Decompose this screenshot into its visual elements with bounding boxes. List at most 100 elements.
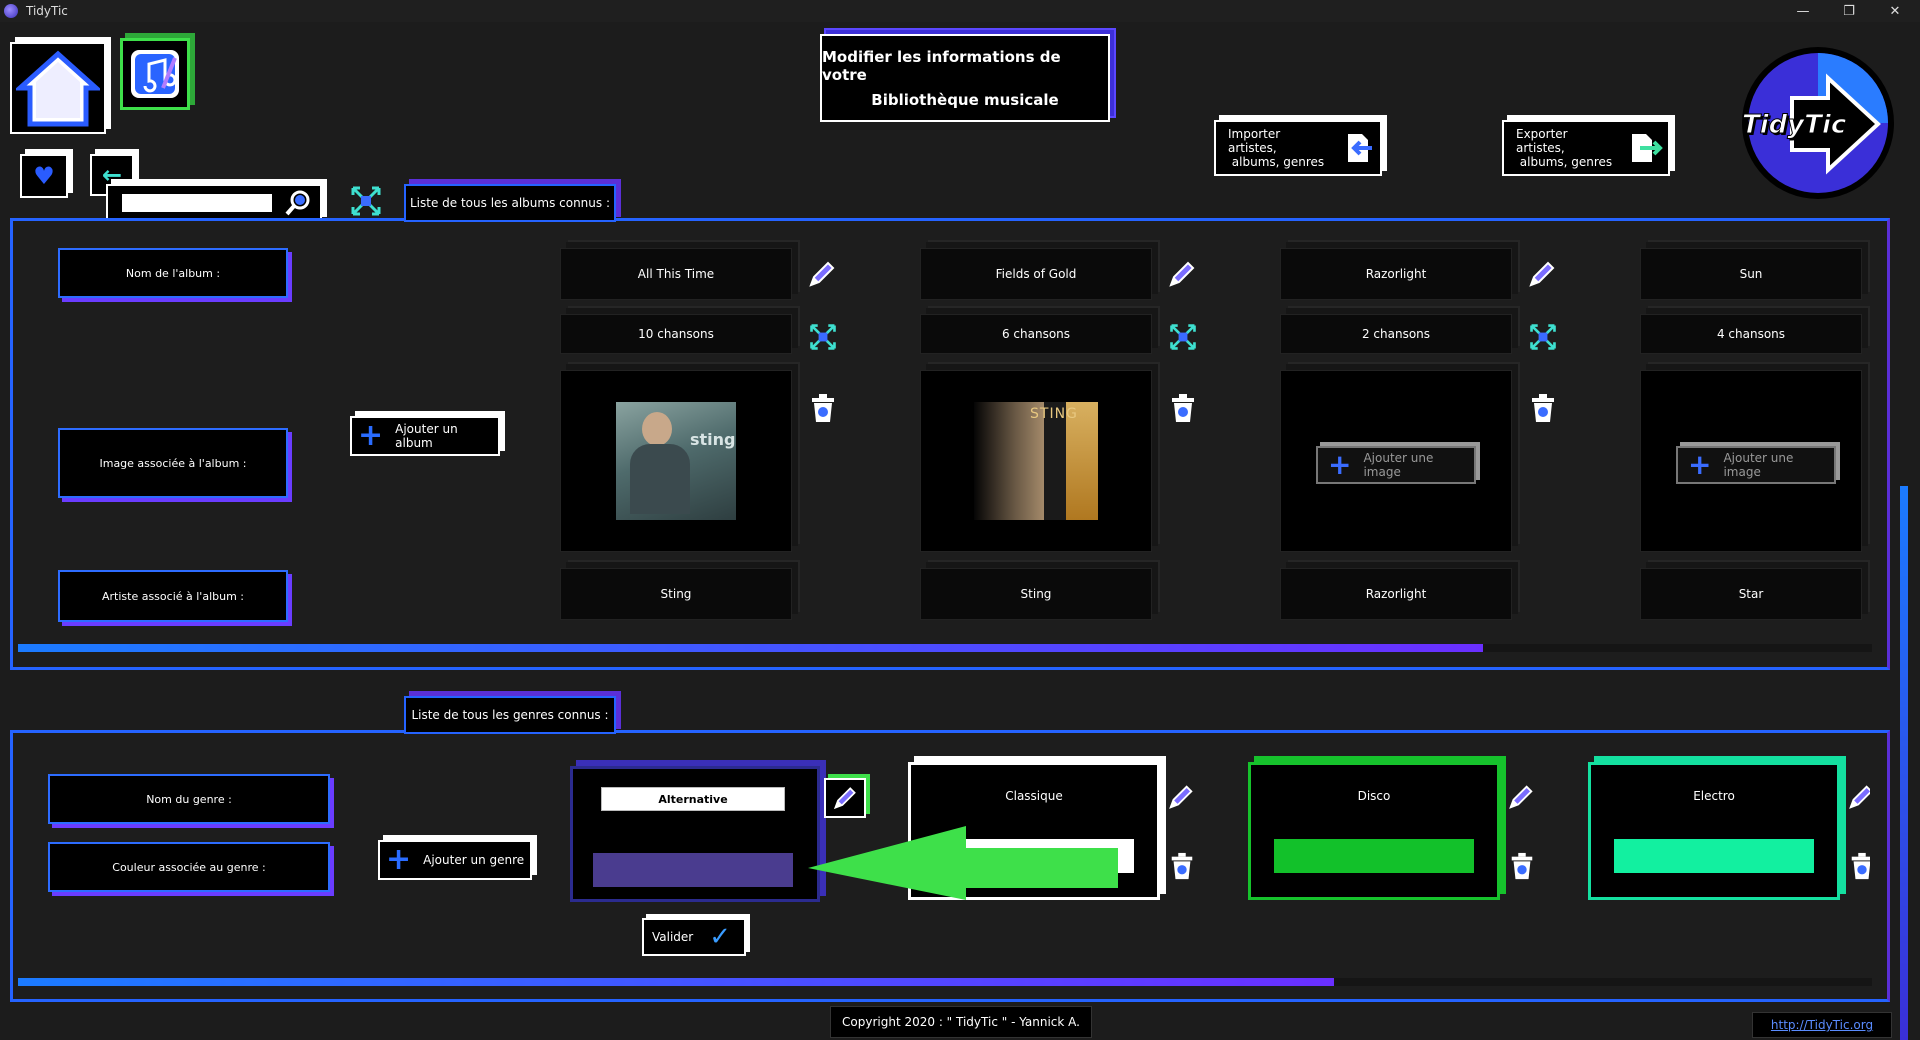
expand-icon bbox=[351, 186, 381, 216]
export-icon bbox=[1632, 134, 1663, 162]
expand-album-button[interactable] bbox=[1528, 322, 1558, 356]
delete-album-button[interactable] bbox=[808, 392, 838, 428]
app-icon bbox=[4, 4, 18, 18]
trash-icon bbox=[1171, 852, 1193, 880]
expand-icon bbox=[810, 324, 836, 350]
album-artist[interactable]: Star bbox=[1640, 568, 1862, 620]
genre-card-editing bbox=[570, 766, 820, 902]
page-title-line-2: Bibliothèque musicale bbox=[871, 90, 1059, 109]
albums-tab: Liste de tous les albums connus : bbox=[404, 184, 616, 222]
delete-album-button[interactable] bbox=[1168, 392, 1198, 428]
album-cover-cell[interactable]: sting bbox=[560, 370, 792, 552]
edit-album-button[interactable] bbox=[1526, 258, 1558, 294]
album-cover-image: STING bbox=[974, 402, 1098, 520]
export-button[interactable]: Exporter artistes, albums, genres bbox=[1502, 120, 1670, 176]
albums-scrollbar-track[interactable] bbox=[18, 644, 1872, 652]
copyright: Copyright 2020 : " TidyTic " - Yannick A… bbox=[830, 1006, 1092, 1038]
validate-label: Valider bbox=[652, 930, 694, 944]
genre-name-label: Nom du genre : bbox=[48, 774, 330, 824]
music-note-icon bbox=[131, 50, 179, 98]
album-name[interactable]: Sun bbox=[1640, 248, 1862, 300]
genre-card[interactable]: Electro bbox=[1588, 762, 1840, 900]
page-title-box: Modifier les informations de votre Bibli… bbox=[820, 34, 1110, 122]
genre-color-swatch[interactable] bbox=[593, 853, 793, 887]
add-album-button[interactable]: + Ajouter un album bbox=[350, 416, 500, 456]
plus-icon: + bbox=[1328, 448, 1352, 481]
add-genre-button[interactable]: + Ajouter un genre bbox=[378, 840, 532, 880]
close-button[interactable]: ✕ bbox=[1872, 0, 1918, 22]
delete-genre-button[interactable] bbox=[1508, 850, 1536, 886]
album-name-label: Nom de l'album : bbox=[58, 248, 288, 298]
pencil-icon bbox=[833, 787, 856, 810]
search-icon[interactable] bbox=[284, 189, 312, 217]
genres-tab: Liste de tous les genres connus : bbox=[404, 696, 616, 734]
expand-icon bbox=[1530, 324, 1556, 350]
genre-card[interactable]: Disco bbox=[1248, 762, 1500, 900]
edit-genre-button[interactable] bbox=[1846, 782, 1870, 816]
trash-icon bbox=[812, 394, 834, 422]
album-artist[interactable]: Razorlight bbox=[1280, 568, 1512, 620]
genre-name: Electro bbox=[1693, 789, 1735, 803]
plus-icon: + bbox=[1688, 448, 1712, 481]
album-artist[interactable]: Sting bbox=[560, 568, 792, 620]
pencil-icon bbox=[1529, 261, 1555, 287]
title-bar: TidyTic — ❐ ✕ bbox=[0, 0, 1920, 22]
trash-icon bbox=[1851, 852, 1870, 880]
favorites-button[interactable]: ♥ bbox=[20, 154, 68, 198]
trash-icon bbox=[1532, 394, 1554, 422]
maximize-button[interactable]: ❐ bbox=[1826, 0, 1872, 22]
edit-genre-button[interactable] bbox=[1506, 782, 1536, 816]
add-image-label: Ajouter une image bbox=[1363, 451, 1434, 479]
genre-name: Classique bbox=[1005, 789, 1063, 803]
pencil-icon bbox=[1849, 785, 1870, 809]
home-button[interactable] bbox=[10, 42, 106, 134]
album-artist-label: Artiste associé à l'album : bbox=[58, 570, 288, 622]
window-title: TidyTic bbox=[26, 4, 68, 18]
edit-genre-button-active[interactable] bbox=[824, 778, 866, 818]
plus-icon: + bbox=[358, 418, 384, 453]
website-link[interactable]: http://TidyTic.org bbox=[1752, 1012, 1892, 1038]
expand-album-button[interactable] bbox=[808, 322, 838, 356]
delete-genre-button[interactable] bbox=[1168, 850, 1196, 886]
delete-album-button[interactable] bbox=[1528, 392, 1558, 428]
export-label-2: albums, genres bbox=[1519, 155, 1613, 169]
music-library-button[interactable] bbox=[120, 38, 190, 110]
import-label-2: albums, genres bbox=[1231, 155, 1325, 169]
minimize-button[interactable]: — bbox=[1780, 0, 1826, 22]
annotation-arrow bbox=[808, 826, 1118, 900]
add-image-button[interactable]: + Ajouter une image bbox=[1316, 446, 1476, 484]
trash-icon bbox=[1172, 394, 1194, 422]
albums-scrollbar-thumb[interactable] bbox=[18, 644, 1483, 652]
add-album-label: Ajouter un album bbox=[395, 422, 458, 450]
pencil-icon bbox=[1509, 785, 1533, 809]
genre-name-input[interactable] bbox=[601, 787, 785, 811]
album-name[interactable]: All This Time bbox=[560, 248, 792, 300]
genre-name: Disco bbox=[1357, 789, 1391, 803]
expand-album-button[interactable] bbox=[1168, 322, 1198, 356]
genres-scrollbar-track[interactable] bbox=[18, 978, 1872, 986]
search-input[interactable] bbox=[122, 194, 272, 212]
pencil-icon bbox=[1169, 785, 1193, 809]
delete-genre-button[interactable] bbox=[1848, 850, 1870, 886]
genres-scrollbar-thumb[interactable] bbox=[18, 978, 1335, 986]
add-image-button[interactable]: + Ajouter une image bbox=[1676, 446, 1836, 484]
tidytic-logo: TidyTic bbox=[1738, 42, 1898, 204]
validate-button[interactable]: Valider ✓ bbox=[642, 918, 746, 956]
expand-icon bbox=[1170, 324, 1196, 350]
add-genre-label: Ajouter un genre bbox=[423, 853, 525, 867]
edit-genre-button[interactable] bbox=[1166, 782, 1196, 816]
page-scrollbar[interactable] bbox=[1900, 486, 1908, 1040]
add-image-label: Ajouter une image bbox=[1723, 451, 1794, 479]
edit-album-button[interactable] bbox=[1166, 258, 1198, 294]
album-cover-cell[interactable]: STING bbox=[920, 370, 1152, 552]
album-name[interactable]: Fields of Gold bbox=[920, 248, 1152, 300]
import-button[interactable]: Importer artistes, albums, genres bbox=[1214, 120, 1382, 176]
album-name[interactable]: Razorlight bbox=[1280, 248, 1512, 300]
album-artist[interactable]: Sting bbox=[920, 568, 1152, 620]
edit-album-button[interactable] bbox=[806, 258, 838, 294]
heart-icon: ♥ bbox=[33, 162, 55, 190]
page-title-line-1: Modifier les informations de votre bbox=[822, 47, 1061, 84]
expand-all-button[interactable] bbox=[348, 184, 384, 218]
album-song-count: 2 chansons bbox=[1280, 314, 1512, 354]
genre-color-label: Couleur associée au genre : bbox=[48, 842, 330, 892]
